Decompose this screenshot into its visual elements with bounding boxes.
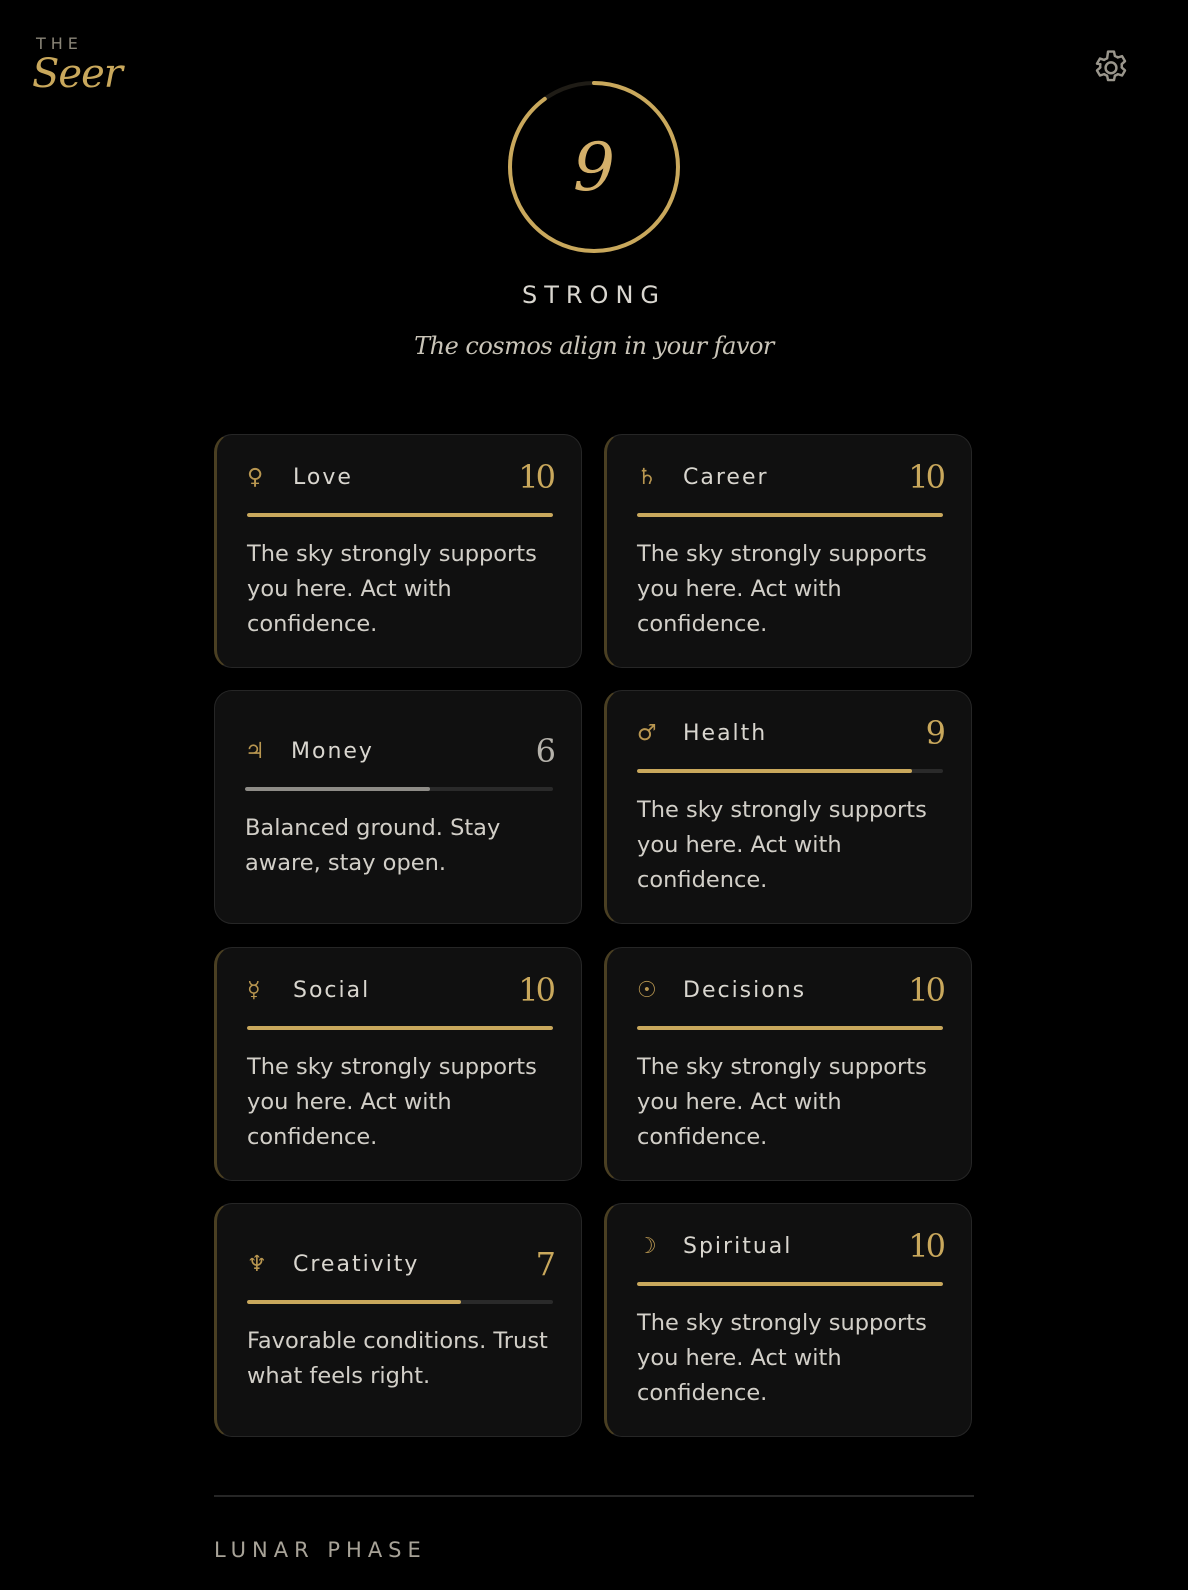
category-score-bar xyxy=(247,1300,553,1304)
category-card-creativity[interactable]: ♆ Creativity 7 Favorable conditions. Trust … xyxy=(214,1203,582,1437)
moon-icon: ☽ xyxy=(637,1233,657,1259)
category-header: ♂ Health 9 xyxy=(637,713,946,753)
category-score: 10 xyxy=(908,971,946,1009)
saturn-icon: ♄ xyxy=(637,464,657,490)
section-divider xyxy=(214,1495,974,1497)
overall-verdict: STRONG xyxy=(521,281,666,309)
overall-tagline: The cosmos align in your favor xyxy=(414,332,774,360)
category-card-career[interactable]: ♄ Career 10 The sky strongly supports you h… xyxy=(604,434,972,668)
category-score-bar-fill xyxy=(637,1282,943,1286)
mars-icon: ♂ xyxy=(637,720,657,746)
category-title: Health xyxy=(683,720,768,746)
brand-name: Seer xyxy=(32,51,123,97)
category-score-bar-fill xyxy=(247,513,553,517)
category-score-bar xyxy=(637,769,943,773)
category-title: Decisions xyxy=(683,977,807,1003)
category-score: 10 xyxy=(518,458,556,496)
category-header: ♆ Creativity 7 xyxy=(247,1244,556,1284)
category-header: ☽ Spiritual 10 xyxy=(637,1226,946,1266)
category-score-bar-fill xyxy=(247,1300,462,1304)
lunar-phase-heading: LUNAR PHASE xyxy=(214,1538,427,1562)
category-card-decisions[interactable]: ☉ Decisions 10 The sky strongly supports yo… xyxy=(604,947,972,1181)
overall-score-value: 9 xyxy=(573,128,615,206)
category-score-bar xyxy=(245,787,553,791)
category-title: Creativity xyxy=(293,1251,420,1277)
category-score: 7 xyxy=(535,1245,556,1283)
category-score-bar-fill xyxy=(637,769,913,773)
category-title: Career xyxy=(683,464,769,490)
category-score: 10 xyxy=(518,971,556,1009)
category-score-bar-fill xyxy=(247,1026,553,1030)
sun-icon: ☉ xyxy=(637,977,657,1003)
category-header: ☉ Decisions 10 xyxy=(637,970,946,1010)
category-description: Balanced ground. Stay aware, stay open. xyxy=(245,815,501,876)
category-score: 6 xyxy=(535,732,556,770)
category-header: ☿ Social 10 xyxy=(247,970,556,1010)
category-score-bar xyxy=(637,513,943,517)
category-score-bar-fill xyxy=(637,513,943,517)
category-card-health[interactable]: ♂ Health 9 The sky strongly supports you he… xyxy=(604,690,972,924)
category-title: Love xyxy=(293,464,353,490)
category-description: The sky strongly supports you here. Act … xyxy=(637,797,927,893)
neptune-icon: ♆ xyxy=(247,1251,267,1277)
category-score-bar-fill xyxy=(245,787,430,791)
category-description: The sky strongly supports you here. Act … xyxy=(637,1310,927,1406)
category-card-social[interactable]: ☿ Social 10 The sky strongly supports you h… xyxy=(214,947,582,1181)
settings-button[interactable] xyxy=(1090,47,1132,89)
category-description: The sky strongly supports you here. Act … xyxy=(637,541,927,637)
category-score-bar xyxy=(247,1026,553,1030)
category-score: 10 xyxy=(908,458,946,496)
category-header: ♃ Money 6 xyxy=(245,731,556,771)
jupiter-icon: ♃ xyxy=(245,738,265,764)
category-score-bar xyxy=(247,513,553,517)
category-score: 9 xyxy=(925,714,946,752)
category-card-money[interactable]: ♃ Money 6 Balanced ground. Stay aware, stay… xyxy=(214,690,582,924)
category-card-love[interactable]: ♀ Love 10 The sky strongly supports you her… xyxy=(214,434,582,668)
category-header: ♀ Love 10 xyxy=(247,457,556,497)
category-score-bar xyxy=(637,1026,943,1030)
category-description: The sky strongly supports you here. Act … xyxy=(247,541,537,637)
venus-icon: ♀ xyxy=(247,464,264,490)
gear-icon xyxy=(1095,50,1127,82)
brand-logo: THE Seer xyxy=(32,34,123,97)
category-score-bar xyxy=(637,1282,943,1286)
mercury-icon: ☿ xyxy=(247,977,261,1003)
category-description: The sky strongly supports you here. Act … xyxy=(247,1054,537,1150)
category-description: Favorable conditions. Trust what feels r… xyxy=(247,1328,548,1389)
category-header: ♄ Career 10 xyxy=(637,457,946,497)
category-score: 10 xyxy=(908,1227,946,1265)
category-title: Spiritual xyxy=(683,1233,793,1259)
category-title: Social xyxy=(293,977,371,1003)
category-description: The sky strongly supports you here. Act … xyxy=(637,1054,927,1150)
category-title: Money xyxy=(291,738,374,764)
category-score-bar-fill xyxy=(637,1026,943,1030)
category-card-spiritual[interactable]: ☽ Spiritual 10 The sky strongly supports yo… xyxy=(604,1203,972,1437)
